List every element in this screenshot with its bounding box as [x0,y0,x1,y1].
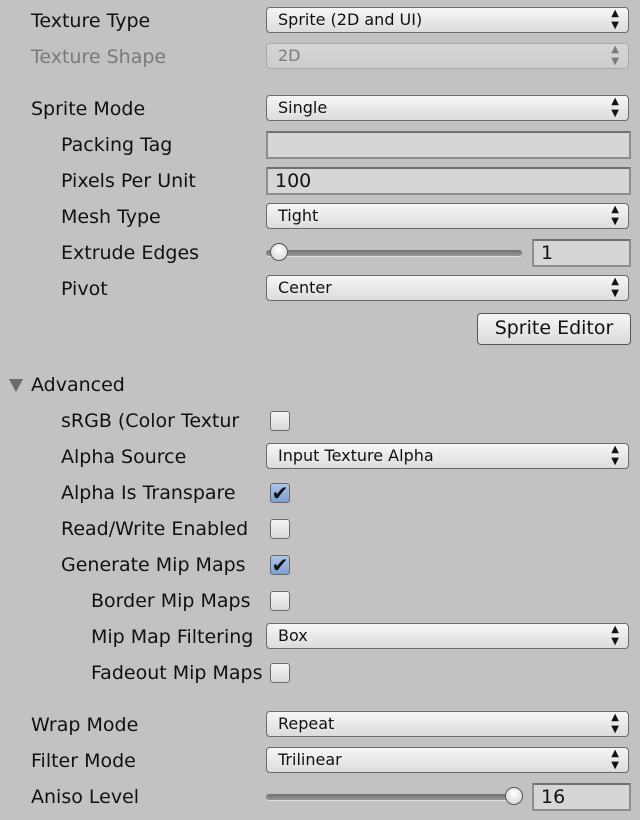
extrude-edges-row: Extrude Edges 1 [0,235,640,271]
packing-tag-label: Packing Tag [61,134,173,156]
generate-mip-maps-checkbox[interactable]: ✔ [270,555,290,575]
border-mip-maps-checkbox[interactable] [270,591,290,611]
filter-mode-value: Trilinear [278,750,342,769]
fadeout-mip-maps-row: Fadeout Mip Maps [0,655,640,691]
up-down-arrows-icon: ▲ ▼ [611,96,619,119]
up-down-arrows-icon: ▲ ▼ [611,444,619,467]
up-down-arrows-icon: ▲ ▼ [611,204,619,227]
alpha-is-transparency-row: Alpha Is Transpare ✔ [0,475,640,511]
mesh-type-label: Mesh Type [61,206,161,228]
texture-type-dropdown[interactable]: Sprite (2D and UI) ▲ ▼ [266,7,629,33]
sprite-mode-label: Sprite Mode [31,98,146,120]
advanced-foldout[interactable]: Advanced [0,367,640,403]
texture-shape-value: 2D [278,46,301,65]
srgb-checkbox[interactable] [270,411,290,431]
filter-mode-label: Filter Mode [31,750,136,772]
mip-map-filtering-dropdown[interactable]: Box ▲ ▼ [266,623,629,649]
texture-type-value: Sprite (2D and UI) [278,10,423,29]
texture-shape-label: Texture Shape [31,46,167,68]
alpha-source-dropdown[interactable]: Input Texture Alpha ▲ ▼ [266,443,629,469]
srgb-label: sRGB (Color Textur [61,410,240,432]
aniso-level-row: Aniso Level 16 [0,779,640,815]
wrap-mode-dropdown[interactable]: Repeat ▲ ▼ [266,711,629,737]
pixels-per-unit-input[interactable]: 100 [266,167,631,195]
sprite-mode-row: Sprite Mode Single ▲ ▼ [0,91,640,127]
alpha-source-value: Input Texture Alpha [278,446,434,465]
generate-mip-maps-label: Generate Mip Maps [61,554,246,576]
pivot-row: Pivot Center ▲ ▼ [0,271,640,307]
border-mip-maps-label: Border Mip Maps [91,590,251,612]
up-down-arrows-icon: ▲ ▼ [611,624,619,647]
pivot-value: Center [278,278,332,297]
alpha-is-transparency-checkbox[interactable]: ✔ [270,483,290,503]
aniso-level-input[interactable]: 16 [532,783,631,811]
pivot-label: Pivot [61,278,108,300]
srgb-row: sRGB (Color Textur [0,403,640,439]
fadeout-mip-maps-checkbox[interactable] [270,663,290,683]
checkmark-icon: ✔ [271,481,289,505]
up-down-arrows-icon: ▲ ▼ [611,712,619,735]
mip-map-filtering-row: Mip Map Filtering Box ▲ ▼ [0,619,640,655]
aniso-level-label: Aniso Level [31,786,140,808]
texture-type-row: Texture Type Sprite (2D and UI) ▲ ▼ [0,3,640,39]
packing-tag-row: Packing Tag [0,127,640,163]
filter-mode-row: Filter Mode Trilinear ▲ ▼ [0,743,640,779]
read-write-row: Read/Write Enabled [0,511,640,547]
extrude-edges-label: Extrude Edges [61,242,200,264]
up-down-arrows-icon: ▲ ▼ [611,748,619,771]
generate-mip-maps-row: Generate Mip Maps ✔ [0,547,640,583]
wrap-mode-label: Wrap Mode [31,714,139,736]
extrude-edges-slider[interactable] [266,243,522,261]
wrap-mode-row: Wrap Mode Repeat ▲ ▼ [0,707,640,743]
pixels-per-unit-label: Pixels Per Unit [61,170,196,192]
read-write-label: Read/Write Enabled [61,518,249,540]
alpha-source-row: Alpha Source Input Texture Alpha ▲ ▼ [0,439,640,475]
texture-shape-row: Texture Shape 2D ▲ ▼ [0,39,640,75]
alpha-is-transparency-label: Alpha Is Transpare [61,482,236,504]
pivot-dropdown[interactable]: Center ▲ ▼ [266,275,629,301]
sprite-editor-row: Sprite Editor [0,311,640,347]
slider-knob[interactable] [505,787,523,805]
advanced-label[interactable]: Advanced [31,373,265,397]
wrap-mode-value: Repeat [278,714,335,733]
pixels-per-unit-row: Pixels Per Unit 100 [0,163,640,199]
filter-mode-dropdown[interactable]: Trilinear ▲ ▼ [266,747,629,773]
slider-knob[interactable] [270,243,288,261]
mesh-type-row: Mesh Type Tight ▲ ▼ [0,199,640,235]
packing-tag-input[interactable] [266,131,631,159]
up-down-arrows-icon: ▲ ▼ [611,44,619,67]
up-down-arrows-icon: ▲ ▼ [611,276,619,299]
sprite-mode-value: Single [278,98,328,117]
mesh-type-dropdown[interactable]: Tight ▲ ▼ [266,203,629,229]
mip-map-filtering-label: Mip Map Filtering [91,626,254,648]
up-down-arrows-icon: ▲ ▼ [611,8,619,31]
sprite-mode-dropdown[interactable]: Single ▲ ▼ [266,95,629,121]
fadeout-mip-maps-label: Fadeout Mip Maps [91,662,263,684]
mesh-type-value: Tight [278,206,319,225]
read-write-checkbox[interactable] [270,519,290,539]
aniso-level-slider[interactable] [266,787,523,805]
checkmark-icon: ✔ [271,553,289,577]
triangle-down-icon[interactable] [9,379,23,392]
alpha-source-label: Alpha Source [61,446,187,468]
texture-type-label: Texture Type [31,10,151,32]
extrude-edges-input[interactable]: 1 [532,239,631,267]
mip-map-filtering-value: Box [278,626,308,645]
texture-shape-dropdown: 2D ▲ ▼ [266,43,629,69]
border-mip-maps-row: Border Mip Maps [0,583,640,619]
sprite-editor-button[interactable]: Sprite Editor [477,313,631,345]
